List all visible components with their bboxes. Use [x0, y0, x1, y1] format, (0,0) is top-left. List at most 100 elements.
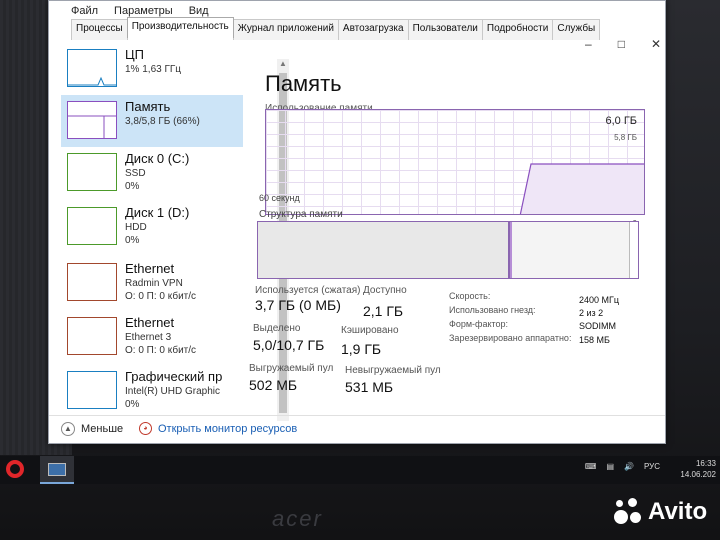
- sidebar-item-detail: 0%: [125, 181, 140, 192]
- spec-label: Форм-фактор:: [449, 319, 509, 329]
- maximize-icon[interactable]: □: [618, 37, 625, 51]
- sidebar-item-detail: Ethernet 3: [125, 332, 172, 343]
- close-icon[interactable]: ✕: [651, 37, 661, 51]
- clock-date: 14.06.202: [680, 470, 716, 479]
- memory-thumbnail-graph: [67, 101, 117, 139]
- menu-bar: Файл Параметры Вид: [71, 5, 209, 17]
- memory-usage-line: [519, 163, 644, 214]
- sidebar-item-ethernet-vpn[interactable]: Ethernet Radmin VPN О: 0 П: 0 кбит/с: [61, 257, 243, 309]
- sidebar-item-title: Ethernet: [125, 315, 175, 330]
- task-manager-taskbar-button[interactable]: [40, 456, 74, 484]
- spec-value: SODIMM: [579, 321, 616, 331]
- spec-value: 2 из 2: [579, 308, 604, 318]
- disk-thumbnail-graph: [67, 153, 117, 191]
- stat-value: 3,7 ГБ (0 МБ): [255, 297, 341, 313]
- stat-value: 2,1 ГБ: [363, 303, 404, 319]
- sidebar-item-gpu[interactable]: Графический пр Intel(R) UHD Graphic 0%: [61, 365, 243, 413]
- opera-browser-icon[interactable]: [6, 460, 24, 478]
- stat-label: Невыгружаемый пул: [345, 365, 441, 376]
- stat-label: Используется (сжатая): [255, 285, 361, 296]
- graph-max-value: 6,0 ГБ: [605, 115, 637, 127]
- avito-watermark: Avito: [614, 498, 707, 526]
- stat-label: Выгружаемый пул: [249, 363, 334, 374]
- stat-value: 1,9 ГБ: [341, 341, 382, 357]
- stat-value: 502 МБ: [249, 377, 298, 393]
- spec-value: 2400 МГц: [579, 295, 620, 305]
- menu-options[interactable]: Параметры: [114, 5, 173, 17]
- laptop-logo: acer: [272, 506, 323, 531]
- stat-value: 5,0/10,7 ГБ: [253, 337, 325, 353]
- stat-label: Доступно: [363, 285, 407, 296]
- memory-panel: Память Использование памяти 6,0 ГБ 5,8 Г…: [249, 63, 659, 403]
- sidebar-item-detail: О: 0 П: 0 кбит/с: [125, 291, 197, 302]
- spec-label: Скорость:: [449, 291, 491, 301]
- fewer-details-label: Меньше: [81, 423, 124, 435]
- graph-scale-value: 5,8 ГБ: [614, 133, 637, 142]
- sidebar-item-detail: HDD: [125, 222, 147, 233]
- spec-value: 158 МБ: [579, 335, 610, 345]
- sidebar-item-title: Графический пр: [125, 369, 223, 384]
- stat-value: 531 МБ: [345, 379, 394, 395]
- menu-file[interactable]: Файл: [71, 5, 98, 17]
- structure-label: Структура памяти: [259, 209, 343, 220]
- sidebar-item-detail: SSD: [125, 168, 146, 179]
- system-tray: ⌨ ▤ 🔊 РУС: [585, 462, 660, 471]
- graph-time-label: 60 секунд: [259, 193, 300, 203]
- window-controls: – □ ✕: [585, 37, 661, 51]
- tab-details[interactable]: Подробности: [481, 19, 554, 40]
- clock-time: 16:33: [695, 459, 716, 468]
- task-manager-icon: [48, 463, 66, 476]
- sidebar-item-detail: 1% 1,63 ГГц: [125, 64, 182, 75]
- tab-processes[interactable]: Процессы: [71, 19, 128, 40]
- network-thumbnail-graph: [67, 263, 117, 301]
- sidebar-item-ethernet-3[interactable]: Ethernet Ethernet 3 О: 0 П: 0 кбит/с: [61, 311, 243, 363]
- tab-bar: Процессы Производительность Журнал прило…: [71, 17, 601, 40]
- sidebar-item-title: ЦП: [125, 47, 144, 62]
- cpu-thumbnail-graph: [67, 49, 117, 87]
- page-title: Память: [265, 71, 342, 96]
- keyboard-icon[interactable]: ⌨: [585, 462, 597, 471]
- sidebar-item-cpu[interactable]: ЦП 1% 1,63 ГГц: [61, 43, 243, 95]
- free-segment: [630, 222, 638, 278]
- language-indicator[interactable]: РУС: [644, 462, 660, 471]
- chevron-up-icon: ▲: [61, 422, 75, 436]
- clock[interactable]: 16:33 14.06.202: [680, 458, 716, 480]
- sidebar-item-disk1[interactable]: Диск 1 (D:) HDD 0%: [61, 201, 243, 253]
- sidebar-item-title: Диск 0 (C:): [125, 151, 190, 166]
- sidebar-item-title: Память: [125, 99, 171, 114]
- disk-thumbnail-graph: [67, 207, 117, 245]
- sidebar-item-detail: 3,8/5,8 ГБ (66%): [125, 116, 200, 127]
- task-manager-window: Файл Параметры Вид Процессы Производител…: [48, 0, 666, 444]
- sidebar-item-detail: 0%: [125, 399, 140, 410]
- sidebar-item-disk0[interactable]: Диск 0 (C:) SSD 0%: [61, 147, 243, 199]
- fewer-details-button[interactable]: ▲ Меньше: [61, 422, 123, 436]
- sidebar-item-detail: Radmin VPN: [125, 278, 183, 289]
- open-resource-monitor-link[interactable]: ◕ Открыть монитор ресурсов: [139, 422, 297, 435]
- sidebar: ЦП 1% 1,63 ГГц Память 3,8/5,8 ГБ (66%) Д…: [61, 43, 243, 413]
- taskbar: ⌨ ▤ 🔊 РУС 16:33 14.06.202: [0, 456, 720, 484]
- standby-segment: [512, 222, 630, 278]
- in-use-segment: [258, 222, 510, 278]
- sidebar-item-detail: 0%: [125, 235, 140, 246]
- sidebar-item-title: Диск 1 (D:): [125, 205, 190, 220]
- tab-startup[interactable]: Автозагрузка: [337, 19, 409, 40]
- network-icon[interactable]: ▤: [606, 462, 614, 471]
- sidebar-item-memory[interactable]: Память 3,8/5,8 ГБ (66%): [61, 95, 243, 147]
- tab-performance[interactable]: Производительность: [126, 17, 234, 38]
- spec-label: Зарезервировано аппаратно:: [449, 333, 572, 343]
- minimize-icon[interactable]: –: [585, 37, 592, 51]
- footer-bar: ▲ Меньше ◕ Открыть монитор ресурсов: [49, 415, 665, 443]
- tab-users[interactable]: Пользователи: [407, 19, 483, 40]
- stat-label: Кэшировано: [341, 325, 399, 336]
- memory-usage-graph: [265, 109, 645, 215]
- resource-monitor-label: Открыть монитор ресурсов: [158, 422, 298, 435]
- volume-icon[interactable]: 🔊: [624, 462, 634, 471]
- sidebar-item-detail: О: 0 П: 0 кбит/с: [125, 345, 197, 356]
- resource-monitor-icon: ◕: [139, 422, 152, 435]
- sidebar-item-title: Ethernet: [125, 261, 175, 276]
- network-thumbnail-graph: [67, 317, 117, 355]
- tab-app-history[interactable]: Журнал приложений: [232, 19, 339, 40]
- menu-view[interactable]: Вид: [189, 5, 209, 17]
- avito-logo-icon: [614, 498, 642, 526]
- sidebar-item-detail: Intel(R) UHD Graphic: [125, 386, 221, 397]
